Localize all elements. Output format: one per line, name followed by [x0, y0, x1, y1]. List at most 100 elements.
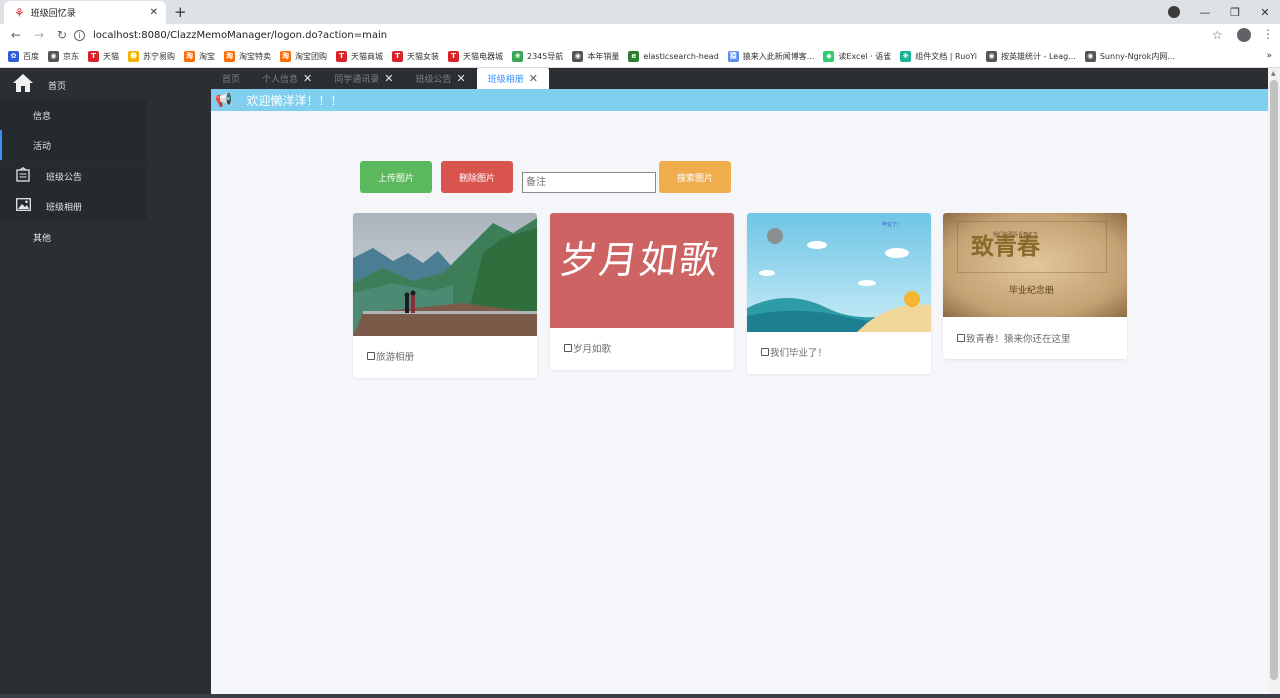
window-controls: — ❐ ✕	[1190, 0, 1280, 24]
sidebar-item-info[interactable]: 信息	[0, 100, 147, 130]
restore-icon[interactable]: ❐	[1220, 6, 1250, 19]
page-tab[interactable]: 班级公告 ✕	[404, 68, 476, 89]
album-cover-memorial-book[interactable]: 致青春 我们的那段青春年华 毕业纪念册	[943, 213, 1127, 317]
scroll-up-icon[interactable]: ▲	[1271, 70, 1276, 77]
album-card[interactable]: 致青春 我们的那段青春年华 毕业纪念册 致青春！猿来你还在这里	[943, 213, 1127, 359]
album-cover-mountain[interactable]	[353, 213, 537, 336]
bookmark-label: elasticsearch-head	[643, 52, 719, 61]
bookmark-item[interactable]: T 天猫商城	[336, 51, 383, 62]
bookmark-favicon-icon: T	[88, 51, 99, 62]
bookmark-label: 淘宝	[199, 52, 215, 61]
sidebar-item-class-notice[interactable]: 班级公告	[0, 161, 147, 191]
address-bar: ← → ↻ i localhost:8080/ClazzMemoManager/…	[0, 24, 1280, 46]
bookmarks-overflow-icon[interactable]: »	[1266, 51, 1272, 61]
close-tab-icon[interactable]: ✕	[150, 7, 158, 18]
bookmark-label: 2345导航	[527, 52, 564, 61]
home-icon	[12, 73, 34, 97]
album-cover-banner: 毕业纪念册	[1009, 286, 1055, 296]
bookmark-label: 天猫女装	[407, 52, 439, 61]
bookmark-item[interactable]: T 天猫	[88, 51, 119, 62]
close-tab-icon[interactable]: ✕	[457, 72, 466, 85]
main-content: 首页 个人信息 ✕ 同学通讯录 ✕ 班级公告 ✕ 班级相册 ✕ 📢 欢迎懒洋洋！！！ 上传图片 …	[211, 68, 1268, 694]
reload-icon[interactable]: ↻	[55, 28, 69, 42]
bookmark-label: 天猫电器城	[463, 52, 503, 61]
album-card[interactable]: 毕业了! 我们毕业了！	[747, 213, 931, 374]
account-avatar-icon[interactable]	[1237, 28, 1251, 42]
forward-icon[interactable]: →	[32, 28, 46, 42]
bookmark-label: 淘宝团购	[295, 52, 327, 61]
sidebar-item-label: 其他	[33, 233, 52, 244]
sidebar-item-home[interactable]: 首页	[0, 70, 147, 100]
bookmark-label: 本年销量	[587, 52, 620, 61]
sidebar-item-class-album[interactable]: 班级相册	[0, 191, 147, 221]
bookmark-label: Sunny-Ngrok内网...	[1099, 52, 1175, 61]
bookmark-favicon-icon: ◆	[823, 51, 835, 62]
sidebar-item-label: 首页	[48, 81, 67, 92]
menu-kebab-icon[interactable]: ⋮	[1262, 27, 1274, 41]
sidebar-item-activity[interactable]: 活动	[0, 130, 147, 160]
browser-media-icon[interactable]	[1168, 6, 1180, 18]
bookmark-label: 淘宝特卖	[239, 52, 271, 61]
bookmark-item[interactable]: ◉ 按英雄统计 - Leag...	[986, 51, 1076, 62]
upload-image-button[interactable]: 上传图片	[360, 161, 432, 193]
info-icon[interactable]: i	[74, 29, 85, 41]
page-scrollbar[interactable]: ▲	[1268, 68, 1280, 694]
close-tab-icon[interactable]: ✕	[303, 72, 312, 85]
url-field[interactable]: i localhost:8080/ClazzMemoManager/logon.…	[74, 26, 1204, 44]
sidebar-item-other[interactable]: 其他	[0, 222, 147, 252]
bookmark-item[interactable]: ◉ 本年销量	[572, 51, 619, 62]
scrollbar-thumb[interactable]	[1270, 80, 1278, 680]
bookmark-favicon-icon: T	[392, 51, 403, 62]
bookmark-favicon-icon: 猿	[727, 51, 739, 62]
page-tab-label: 同学通讯录	[334, 75, 380, 85]
site-favicon-icon: ⚘	[14, 5, 25, 20]
bookmark-item[interactable]: 淘淘宝	[184, 51, 215, 62]
page-tab[interactable]: 同学通讯录 ✕	[323, 68, 404, 89]
bookmark-item[interactable]: ☻ 苏宁易购	[128, 51, 175, 62]
bookmark-item[interactable]: ❋ 组件文档 | RuoYi	[900, 51, 977, 62]
album-cover-graduation-cartoon[interactable]: 毕业了!	[747, 213, 931, 332]
album-cover-calligraphy[interactable]: 岁月如歌	[550, 213, 734, 328]
bookmark-favicon-icon: T	[448, 51, 459, 62]
close-tab-icon[interactable]: ✕	[529, 72, 538, 85]
album-card[interactable]: 旅游相册	[353, 213, 537, 378]
close-tab-icon[interactable]: ✕	[384, 72, 393, 85]
album-select-checkbox[interactable]	[367, 352, 375, 360]
back-icon[interactable]: ←	[9, 28, 23, 42]
bookmark-item[interactable]: 淘淘宝特卖	[224, 51, 271, 62]
minimize-icon[interactable]: —	[1190, 6, 1220, 19]
bookmark-favicon-icon: ◉	[572, 51, 584, 62]
bookmark-item[interactable]: T 天猫女装	[392, 51, 439, 62]
browser-tab[interactable]: ⚘ 班级回忆录 ✕	[4, 1, 166, 24]
bookmark-item[interactable]: 猿猿来入此新闻博客...	[727, 51, 814, 62]
album-cover-small-text: 毕业了!	[882, 222, 900, 228]
album-select-checkbox[interactable]	[957, 334, 965, 342]
image-icon	[12, 197, 34, 215]
close-window-icon[interactable]: ✕	[1250, 6, 1280, 19]
search-image-button[interactable]: 搜索图片	[659, 161, 731, 193]
bookmark-label: 组件文档 | RuoYi	[915, 52, 978, 61]
bookmark-item[interactable]: T 天猫电器城	[448, 51, 503, 62]
album-select-checkbox[interactable]	[564, 344, 572, 352]
bookmark-item[interactable]: 淘淘宝团购	[280, 51, 327, 62]
bookmark-item[interactable]: ◉ Sunny-Ngrok内网...	[1084, 51, 1175, 62]
bookmark-favicon-icon: ❀	[512, 51, 523, 62]
bookmark-item[interactable]: ✿ 百度	[8, 51, 39, 62]
bookmark-item[interactable]: ◉ 京东	[48, 51, 79, 62]
page-tab[interactable]: 个人信息 ✕	[251, 68, 323, 89]
notice-icon	[12, 166, 34, 186]
bookmark-item[interactable]: ◆ 读Excel · 语雀	[823, 51, 891, 62]
page-tab[interactable]: 首页	[211, 68, 251, 89]
bookmark-favicon-icon: 淘	[224, 51, 235, 62]
bookmark-star-icon[interactable]: ☆	[1212, 28, 1223, 42]
bookmark-item[interactable]: ❀ 2345导航	[512, 51, 563, 62]
welcome-banner: 📢 欢迎懒洋洋！！！	[211, 89, 1268, 111]
page-tab[interactable]: 班级相册 ✕	[476, 68, 549, 89]
delete-image-button[interactable]: 删除图片	[441, 161, 513, 193]
bookmark-item[interactable]: e elasticsearch-head	[628, 51, 719, 62]
album-select-checkbox[interactable]	[761, 348, 769, 356]
album-card[interactable]: 岁月如歌 岁月如歌	[550, 213, 734, 370]
note-input[interactable]	[522, 172, 656, 193]
new-tab-button[interactable]: +	[174, 3, 187, 21]
sidebar-item-label: 班级相册	[46, 202, 83, 213]
